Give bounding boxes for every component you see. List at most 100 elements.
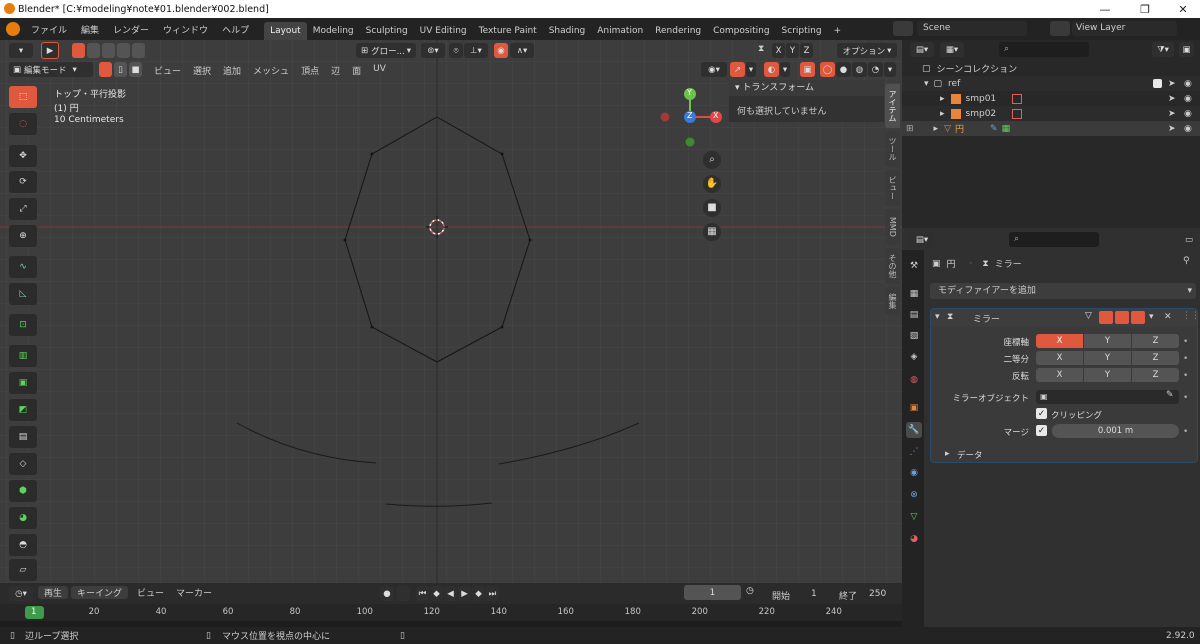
scale-tool-icon[interactable]: ⤢ [9, 198, 37, 220]
sidebar-tab-misc[interactable]: その他 [885, 248, 900, 284]
select-mode-intersect-icon[interactable] [132, 43, 145, 58]
extrude-tool-icon[interactable]: ▥ [9, 345, 37, 367]
select-mode-invert-icon[interactable] [117, 43, 130, 58]
merge-distance-field[interactable]: 0.001 m [1052, 424, 1179, 438]
overlay-toggle[interactable]: ◐ [764, 62, 779, 77]
workspace-tab[interactable]: UV Editing [414, 22, 473, 40]
animate-dot-icon[interactable]: • [1183, 337, 1188, 347]
clipping-checkbox[interactable]: ✓ [1036, 408, 1047, 419]
menu-item[interactable]: ヘルプ [215, 23, 256, 36]
measure-tool-icon[interactable]: ◺ [9, 283, 37, 305]
menu-item[interactable]: ウィンドウ [156, 23, 215, 36]
visibility-eye-icon[interactable]: ◉ [1184, 94, 1192, 104]
bisect-z-toggle[interactable]: Z [1132, 351, 1179, 365]
blender-menu-icon[interactable] [6, 22, 20, 36]
pivot-point-dropdown[interactable]: ⊚▾ [421, 43, 445, 58]
selectable-arrow-icon[interactable]: ➤ [1168, 109, 1176, 119]
modifier-extra-dropdown[interactable]: ▾ [1149, 312, 1154, 322]
selectable-arrow-icon[interactable]: ➤ [1168, 79, 1176, 89]
animate-dot-icon[interactable]: • [1183, 427, 1188, 437]
gizmo-dropdown[interactable]: ▾ [746, 62, 756, 77]
axis-x-toggle[interactable]: X [1036, 334, 1083, 348]
end-frame-field[interactable]: 250 [869, 589, 886, 599]
particles-tab-icon[interactable]: ⋰ [906, 444, 922, 460]
viewport-menu-item[interactable]: 頂点 [295, 64, 325, 77]
properties-search-field[interactable]: ⌕ [1009, 232, 1099, 247]
vertex-select-mode-button[interactable] [99, 62, 112, 77]
jump-end-button[interactable]: ⏭ [486, 586, 499, 601]
eyedropper-icon[interactable]: ✎ [1166, 390, 1174, 400]
outliner-row-smp01[interactable]: ▸ smp01 ➤ ◉ [902, 91, 1200, 106]
collapse-arrow-icon[interactable]: ▾ [935, 312, 940, 322]
annotate-tool-icon[interactable]: ∿ [9, 256, 37, 278]
modifier-tab-icon[interactable]: 🔧 [906, 422, 922, 438]
editor-type-button[interactable]: ▾ [9, 43, 33, 58]
inset-tool-icon[interactable]: ▣ [9, 372, 37, 394]
keyframe-auto-button[interactable] [396, 586, 410, 601]
new-collection-button[interactable]: ▣ [1179, 42, 1194, 57]
gizmo-toggle[interactable]: ↗ [730, 62, 745, 77]
pan-hand-icon[interactable]: ✋ [703, 175, 721, 193]
scene-collection-row[interactable]: ▢ シーンコレクション [902, 61, 1200, 76]
sidebar-tab-edit[interactable]: 編集 [885, 287, 900, 315]
workspace-tab[interactable]: Sculpting [360, 22, 414, 40]
animate-dot-icon[interactable]: • [1183, 371, 1188, 381]
editmode-toggle[interactable] [1099, 311, 1113, 324]
record-button[interactable]: ● [380, 586, 394, 601]
workspace-tab[interactable]: Modeling [307, 22, 360, 40]
camera-view-icon[interactable]: ■ [703, 199, 721, 217]
overlay-dropdown[interactable]: ▾ [780, 62, 790, 77]
add-cube-tool-icon[interactable]: ⊡ [9, 314, 37, 336]
add-modifier-dropdown[interactable]: モディファイアーを追加 ▾ [930, 283, 1196, 299]
mode-dropdown[interactable]: ▣ 編集モード ▾ [9, 62, 93, 77]
workspace-tab[interactable]: Rendering [649, 22, 707, 40]
collapse-arrow-icon[interactable]: ▸ [945, 449, 950, 459]
play-button[interactable]: ▶ [458, 586, 471, 601]
smooth-tool-icon[interactable]: ◓ [9, 534, 37, 556]
pin-icon[interactable]: ⚲ [1183, 256, 1190, 266]
bevel-tool-icon[interactable]: ◩ [9, 399, 37, 421]
start-frame-field[interactable]: 1 [811, 589, 817, 599]
axis-z-toggle[interactable]: Z [1132, 334, 1179, 348]
select-box-tool-icon[interactable]: ⬚ [9, 86, 37, 108]
material-tab-icon[interactable]: ◕ [906, 531, 922, 547]
sidebar-tab-item[interactable]: アイテム [885, 84, 900, 128]
properties-options-button[interactable]: ▭ [1182, 232, 1196, 247]
play-reverse-button[interactable]: ◀ [444, 586, 457, 601]
mirror-z-toggle[interactable]: Z [800, 43, 813, 58]
viewport-menu-item[interactable]: ビュー [148, 64, 187, 77]
select-tool-icon[interactable]: ▶ [41, 42, 59, 59]
rendered-shading-button[interactable]: ◔ [868, 62, 883, 77]
display-mode-dropdown[interactable]: ▦▾ [940, 42, 964, 57]
viewport-toggle[interactable] [1115, 311, 1129, 324]
falloff-dropdown[interactable]: ∧▾ [510, 43, 534, 58]
sidebar-tab-tool[interactable]: ツール [885, 131, 900, 167]
shading-dropdown[interactable]: ▾ [884, 62, 896, 77]
edge-select-mode-button[interactable]: ▯ [114, 62, 127, 77]
scene-name-field[interactable]: Scene [917, 21, 1027, 36]
outliner-editor-type-button[interactable]: ▤▾ [910, 42, 934, 57]
drag-handle-icon[interactable]: ⋮⋮ [1182, 311, 1200, 321]
spin-tool-icon[interactable]: ◕ [9, 507, 37, 529]
minimize-button[interactable]: — [1086, 0, 1124, 18]
workspace-tab[interactable]: Scripting [776, 22, 828, 40]
modifier-header[interactable]: ▾ ⧗ ミラー ▽ ▾ ✕ ⋮⋮ [931, 309, 1200, 327]
outliner-row-ref[interactable]: ▾ ▢ ref ➤ ◉ [902, 76, 1200, 91]
gizmo-z-label[interactable]: Z [687, 111, 692, 120]
loop-cut-tool-icon[interactable]: ▤ [9, 426, 37, 448]
exclude-checkbox[interactable] [1153, 79, 1162, 88]
gizmo-x-label[interactable]: X [713, 111, 718, 120]
viewport-menu-item[interactable]: 面 [346, 64, 367, 77]
flip-x-toggle[interactable]: X [1036, 368, 1083, 382]
bisect-x-toggle[interactable]: X [1036, 351, 1083, 365]
transform-orientation-dropdown[interactable]: ⊞ グロー... ▾ [356, 43, 416, 58]
menu-item[interactable]: ファイル [24, 23, 74, 36]
visibility-dropdown[interactable]: ◉▾ [701, 62, 727, 77]
next-keyframe-button[interactable]: ◆ [472, 586, 485, 601]
scene-tab-icon[interactable]: ◈ [906, 349, 922, 365]
select-mode-subtract-icon[interactable] [102, 43, 115, 58]
mirror-object-field[interactable]: ▣ [1036, 390, 1179, 404]
timeline-menu-item[interactable]: ビュー [131, 586, 170, 599]
merge-checkbox[interactable]: ✓ [1036, 425, 1047, 436]
gizmo-y-label[interactable]: Y [687, 88, 692, 97]
